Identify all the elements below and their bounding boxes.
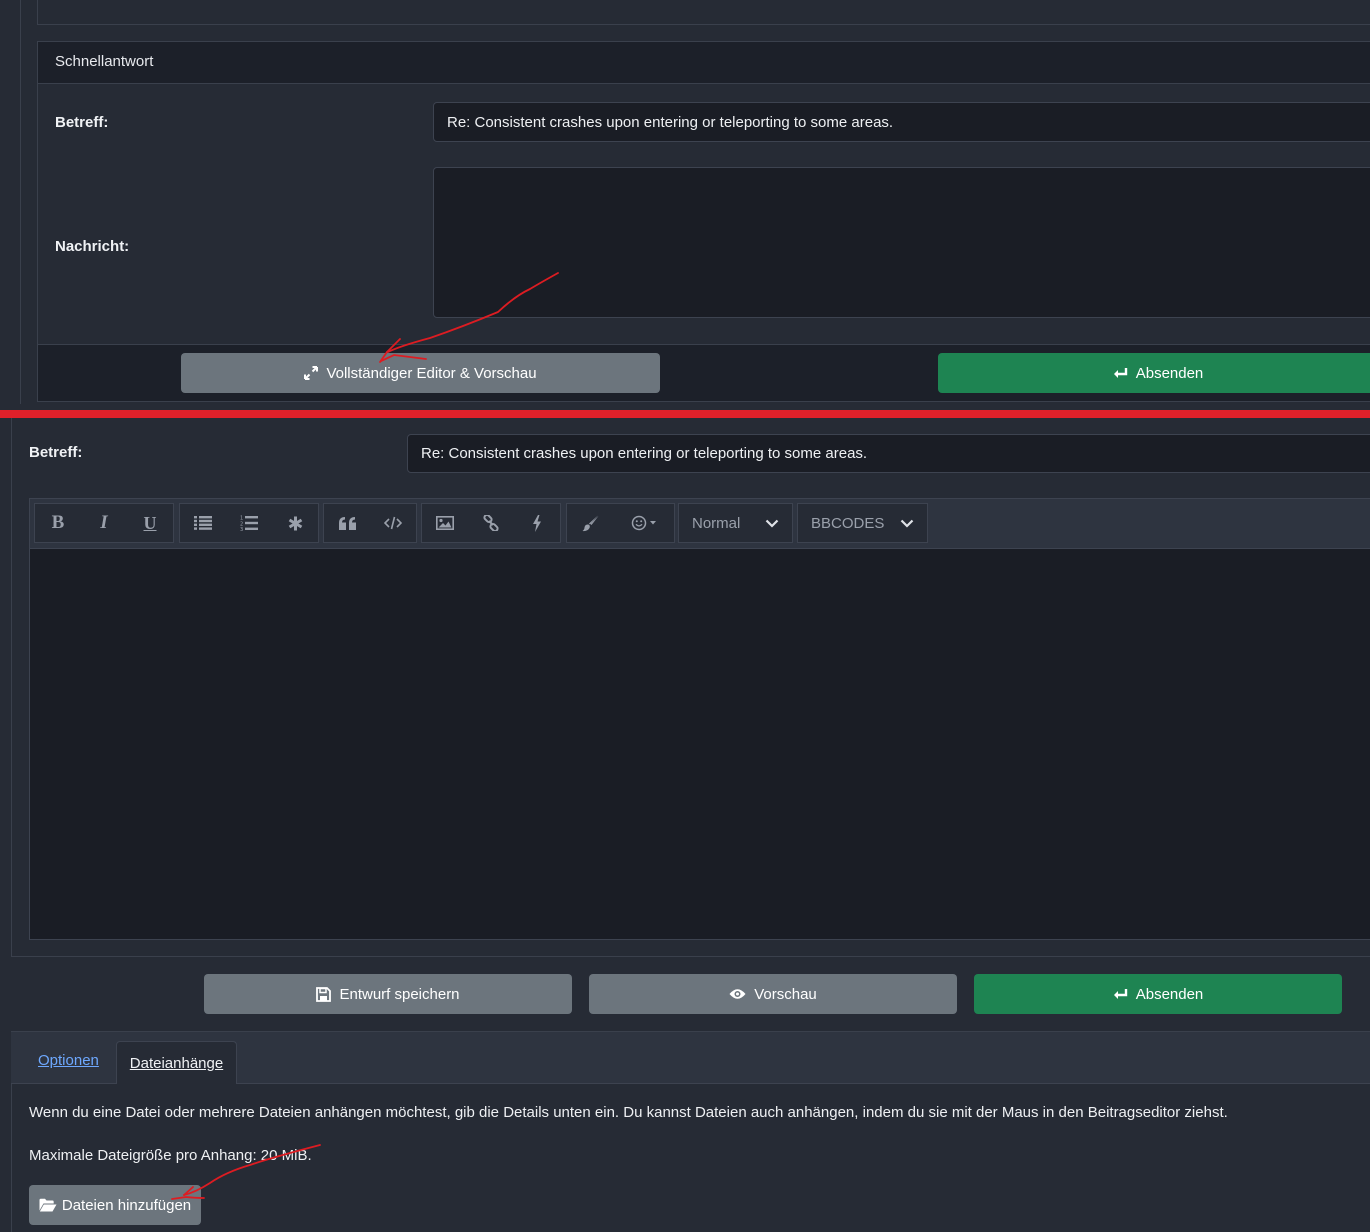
- chevron-down-icon: [900, 519, 914, 528]
- image-button[interactable]: [425, 504, 465, 542]
- quick-submit-label: Absenden: [1135, 364, 1204, 382]
- floppy-disk-icon: [316, 986, 332, 1002]
- bullet-list-button[interactable]: [183, 504, 223, 542]
- editor-subject-value: Re: Consistent crashes upon entering or …: [421, 445, 868, 462]
- code-icon: [384, 516, 402, 530]
- smiley-icon: [632, 515, 657, 531]
- quick-reply-header: [38, 42, 1370, 84]
- add-files-button[interactable]: Dateien hinzufügen: [29, 1185, 201, 1225]
- list-ol-icon: 123: [240, 516, 258, 531]
- italic-button[interactable]: I: [84, 504, 124, 542]
- save-draft-button[interactable]: Entwurf speichern: [204, 974, 572, 1014]
- preview-button[interactable]: Vorschau: [589, 974, 957, 1014]
- toolbar-group-lists: 123: [179, 503, 319, 543]
- toolbar-group-blocks: [323, 503, 417, 543]
- code-button[interactable]: [373, 504, 413, 542]
- eye-icon: [729, 989, 746, 999]
- image-icon: [436, 516, 454, 530]
- tab-attachments[interactable]: Dateianhänge: [116, 1041, 237, 1085]
- enter-icon: [1113, 368, 1127, 378]
- max-file-size-text: Maximale Dateigröße pro Anhang: 20 MiB.: [29, 1147, 312, 1164]
- link-button[interactable]: [471, 504, 511, 542]
- enter-icon: [1113, 989, 1127, 999]
- list-ul-icon: [194, 516, 212, 530]
- asterisk-icon: [288, 516, 302, 530]
- editor-subject-input[interactable]: Re: Consistent crashes upon entering or …: [407, 434, 1370, 473]
- color-button[interactable]: [571, 504, 611, 542]
- red-separator: [0, 410, 1370, 418]
- emoji-button[interactable]: [618, 504, 670, 542]
- left-border: [20, 0, 21, 404]
- full-editor-button[interactable]: Vollständiger Editor & Vorschau: [181, 353, 660, 393]
- submit-label: Absenden: [1135, 985, 1204, 1003]
- quote-icon: [338, 516, 356, 530]
- expand-icon: [304, 366, 319, 380]
- toolbar-group-media: [421, 503, 561, 543]
- list-item-button[interactable]: [275, 504, 315, 542]
- previous-post-bottom: [37, 0, 1370, 25]
- bbcodes-select[interactable]: BBCODES: [797, 503, 928, 543]
- preview-label: Vorschau: [754, 985, 817, 1003]
- bold-button[interactable]: B: [38, 504, 78, 542]
- message-label: Nachricht:: [55, 238, 130, 255]
- chevron-down-icon: [765, 519, 779, 528]
- quick-submit-button[interactable]: Absenden: [938, 353, 1370, 393]
- toolbar-group-extra: [566, 503, 675, 543]
- quick-reply-title: Schnellantwort: [55, 53, 154, 70]
- flash-button[interactable]: [517, 504, 557, 542]
- folder-open-icon: [39, 1198, 57, 1212]
- submit-button[interactable]: Absenden: [974, 974, 1342, 1014]
- subject-input-value: Re: Consistent crashes upon entering or …: [447, 113, 894, 131]
- link-icon: [483, 515, 499, 531]
- add-files-label: Dateien hinzufügen: [61, 1196, 192, 1214]
- subject-label: Betreff:: [55, 114, 109, 131]
- editor-subject-label: Betreff:: [29, 444, 83, 461]
- font-size-select-value: Normal: [692, 514, 741, 532]
- bbcodes-select-value: BBCODES: [811, 514, 885, 532]
- full-editor-button-label: Vollständiger Editor & Vorschau: [326, 364, 537, 382]
- attachments-description: Wenn du eine Datei oder mehrere Dateien …: [29, 1104, 1228, 1121]
- message-editor-area[interactable]: [29, 548, 1370, 940]
- tab-options[interactable]: Optionen: [38, 1052, 99, 1069]
- bolt-icon: [533, 514, 541, 532]
- paintbrush-icon: [582, 515, 599, 531]
- save-draft-label: Entwurf speichern: [339, 985, 460, 1003]
- subject-input[interactable]: Re: Consistent crashes upon entering or …: [433, 102, 1370, 142]
- underline-button[interactable]: U: [130, 504, 170, 542]
- svg-text:3: 3: [240, 527, 243, 531]
- quote-button[interactable]: [327, 504, 367, 542]
- message-textarea[interactable]: [433, 167, 1370, 318]
- toolbar-group-format: B I U: [34, 503, 174, 543]
- font-size-select[interactable]: Normal: [678, 503, 793, 543]
- numbered-list-button[interactable]: 123: [229, 504, 269, 542]
